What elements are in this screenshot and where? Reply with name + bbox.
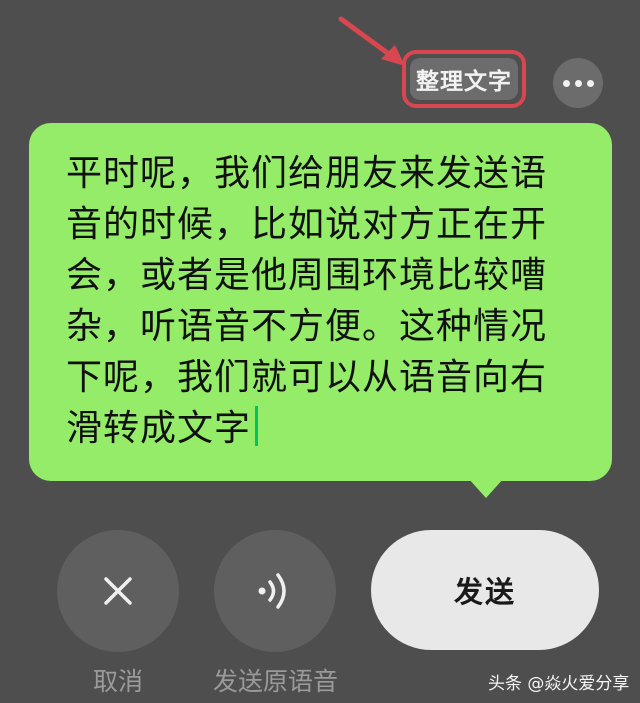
bubble-tail [468,478,504,498]
send-original-voice-label: 发送原语音 [213,667,339,696]
watermark: 头条 @焱火爱分享 [488,674,630,694]
transcription-text-area[interactable]: 平时呢，我们给朋友来发送语音的时候，比如说对方正在开会，或者是他周围环境比较嘈杂… [66,148,571,454]
cancel-button[interactable] [57,530,179,652]
more-dot-icon [574,79,582,87]
more-dot-icon [562,79,570,87]
close-icon [104,577,132,605]
send-label: 发送 [453,575,516,609]
voice-to-text-screen: 整理文字 平时呢，我们给朋友来发送语音的时候，比如说对方正在开会，或者是他周围环… [0,0,640,703]
organize-text-label: 整理文字 [416,69,512,95]
voice-wave-icon [258,573,286,609]
transcription-text: 平时呢，我们给朋友来发送语音的时候，比如说对方正在开会，或者是他周围环境比较嘈杂… [66,153,548,449]
more-options-button[interactable] [553,58,603,108]
more-dot-icon [586,79,594,87]
text-cursor [255,406,259,446]
organize-text-button[interactable]: 整理文字 [410,58,518,100]
send-original-voice-button[interactable] [214,530,336,652]
send-button[interactable]: 发送 [371,530,599,650]
cancel-label: 取消 [93,667,144,696]
